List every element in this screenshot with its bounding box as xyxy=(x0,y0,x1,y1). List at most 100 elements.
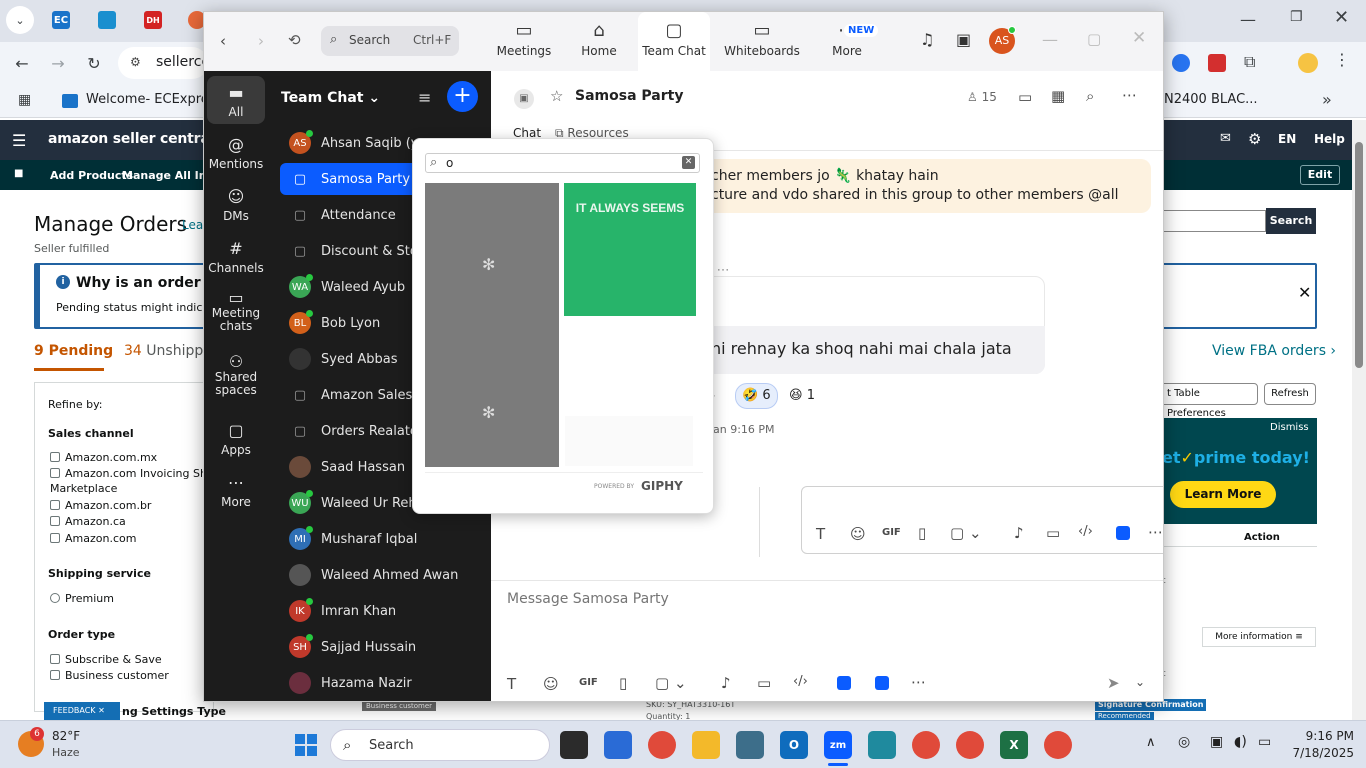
zoom-app-icon[interactable]: zm xyxy=(824,731,852,759)
back-icon[interactable]: ‹ xyxy=(220,32,226,50)
more-options-icon[interactable]: ⋯ xyxy=(911,673,926,691)
reaction-laugh[interactable]: 😆 1 xyxy=(785,383,819,409)
order-search-input[interactable] xyxy=(1162,210,1266,232)
team-chat-title[interactable]: Team Chat ⌄ xyxy=(281,90,380,106)
members-button[interactable]: ♙ 15 xyxy=(967,90,997,104)
chat-title[interactable]: Samosa Party xyxy=(575,88,683,104)
checkbox[interactable] xyxy=(50,516,60,526)
checkbox[interactable] xyxy=(50,500,60,510)
app-icon[interactable] xyxy=(1116,526,1130,540)
forward-icon[interactable]: › xyxy=(258,32,264,50)
checkbox[interactable] xyxy=(50,654,60,664)
file-explorer-icon[interactable] xyxy=(692,731,720,759)
emoji-icon[interactable]: ☺ xyxy=(850,525,866,543)
back-icon[interactable]: ← xyxy=(8,49,36,77)
screenshot-icon[interactable]: ▢ ⌄ xyxy=(950,524,982,542)
help-link[interactable]: Help xyxy=(1314,132,1345,146)
prime-ad[interactable]: Dismiss et✓prime today! Learn More xyxy=(1160,418,1317,524)
tab-ec-favicon[interactable]: EC xyxy=(52,11,70,29)
app-icon[interactable] xyxy=(837,676,851,690)
new-chat-plus-icon[interactable]: + xyxy=(447,81,478,112)
nav-whiteboards[interactable]: ▭ Whiteboards xyxy=(722,12,802,71)
radio[interactable] xyxy=(50,593,60,603)
menu-kebab-icon[interactable]: ⋮ xyxy=(1334,50,1350,69)
chat-list-item[interactable]: Hazama Nazir xyxy=(280,667,485,699)
history-icon[interactable]: ⟲ xyxy=(288,31,301,49)
apps-grid-icon[interactable]: ▦ xyxy=(18,92,31,108)
scrollbar-thumb[interactable] xyxy=(1355,142,1363,368)
bookmarks-overflow-icon[interactable]: » xyxy=(1322,90,1332,109)
channel-mx[interactable]: Amazon.com.mx xyxy=(50,451,157,464)
rail-meeting-chats[interactable]: ▭ Meeting chats xyxy=(206,290,266,333)
hamburger-icon[interactable]: ☰ xyxy=(12,131,26,150)
bookmark-right[interactable]: N2400 BLAC... xyxy=(1164,92,1258,107)
network-icon[interactable]: ◎ xyxy=(1178,734,1190,750)
minimize-icon[interactable]: — xyxy=(1240,10,1256,29)
zoom-minimize-icon[interactable]: — xyxy=(1042,30,1058,49)
tab-dh-favicon[interactable]: DH xyxy=(144,11,162,29)
table-preferences-button[interactable]: t Table Preferences xyxy=(1158,383,1258,419)
nav-team-chat[interactable]: ▢ Team Chat xyxy=(638,12,710,71)
rail-channels[interactable]: # Channels xyxy=(206,239,266,275)
channel-br[interactable]: Amazon.com.br xyxy=(50,499,151,512)
mic-icon[interactable]: ♪ xyxy=(721,674,731,692)
banner-close-icon[interactable]: ✕ xyxy=(1298,283,1311,302)
rail-all[interactable]: ▬ All xyxy=(206,83,266,119)
order-type-business[interactable]: Business customer xyxy=(50,669,169,682)
view-fba-link[interactable]: View FBA orders › xyxy=(1212,343,1336,359)
nav-home[interactable]: ⌂ Home xyxy=(561,12,637,71)
app-icon[interactable] xyxy=(868,731,896,759)
reaction-rofl[interactable]: 🤣 6 xyxy=(735,383,778,409)
zoom-maximize-icon[interactable]: ▢ xyxy=(1087,30,1101,48)
nav-add-products[interactable]: Add Products xyxy=(50,169,133,182)
tab-pending[interactable]: 9 Pending xyxy=(34,343,113,359)
giphy-search-input[interactable]: ⌕ o ✕ xyxy=(425,153,700,173)
edit-button[interactable]: Edit xyxy=(1300,165,1340,185)
schedule-calendar-icon[interactable]: ▦ xyxy=(1051,87,1065,105)
rail-mentions[interactable]: @ Mentions xyxy=(206,135,266,171)
gif-icon[interactable]: GIF xyxy=(882,527,901,538)
pdf-extension-icon[interactable] xyxy=(1208,54,1226,72)
task-view-icon[interactable] xyxy=(560,731,588,759)
rail-more[interactable]: ⋯ More xyxy=(206,473,266,509)
search-button[interactable]: Search xyxy=(1266,208,1316,234)
send-options-chevron-icon[interactable]: ⌄ xyxy=(1135,675,1145,689)
pinned-message[interactable]: cher members jo 🦎 khatay hain cture and … xyxy=(691,159,1151,213)
order-type-subscribe[interactable]: Subscribe & Save xyxy=(50,653,162,666)
rail-dms[interactable]: ☺ DMs xyxy=(206,187,266,223)
message-bubble[interactable]: hi rehnay ka shoq nahi mai chala jata xyxy=(701,326,1045,374)
channel-ca[interactable]: Amazon.ca xyxy=(50,515,126,528)
file-icon[interactable]: ▯ xyxy=(619,674,627,692)
maximize-icon[interactable]: ❐ xyxy=(1290,9,1303,25)
premium-option[interactable]: Premium xyxy=(50,592,114,605)
checkbox[interactable] xyxy=(50,468,60,478)
tray-chevron-icon[interactable]: ∧ xyxy=(1146,735,1156,750)
format-text-icon[interactable]: T xyxy=(507,675,516,693)
thread-reply-box[interactable]: T ☺ GIF ▯ ▢ ⌄ ♪ ▭ ‹/› ⋯ ➤ ⌄ xyxy=(801,486,1163,554)
format-text-icon[interactable]: T xyxy=(816,525,825,543)
profile-icon[interactable] xyxy=(1298,53,1318,73)
app-icon-2[interactable] xyxy=(875,676,889,690)
outlook-icon[interactable]: O xyxy=(780,731,808,759)
rail-apps[interactable]: ▢ Apps xyxy=(206,421,266,457)
extension-icon[interactable] xyxy=(1172,54,1190,72)
screenshot-icon[interactable]: ▢ ⌄ xyxy=(655,674,687,692)
video-message-icon[interactable]: ▭ xyxy=(757,674,771,692)
chat-list-item[interactable]: MI Musharaf Iqbal xyxy=(280,523,485,555)
more-options-icon[interactable]: ⋯ xyxy=(1148,523,1163,541)
feedback-tab[interactable]: FEEDBACK ✕ xyxy=(44,702,120,720)
gif-icon[interactable]: GIF xyxy=(579,677,598,688)
mail-icon[interactable]: ✉ xyxy=(1220,131,1231,146)
checkbox[interactable] xyxy=(50,670,60,680)
chat-search-icon[interactable]: ⌕ xyxy=(1086,87,1094,105)
chrome-icon[interactable] xyxy=(648,731,676,759)
code-icon[interactable]: ‹/› xyxy=(793,674,808,689)
chrome-profile-3-icon[interactable] xyxy=(1044,731,1072,759)
settings-gear-icon[interactable]: ⚙ xyxy=(1248,130,1261,148)
code-icon[interactable]: ‹/› xyxy=(1078,524,1093,539)
send-icon[interactable]: ➤ xyxy=(1107,674,1120,692)
video-call-icon[interactable]: ▭ xyxy=(1018,88,1032,106)
filter-icon[interactable]: ≡ xyxy=(418,88,431,107)
file-icon[interactable]: ▯ xyxy=(918,524,926,542)
store-icon[interactable] xyxy=(604,731,632,759)
